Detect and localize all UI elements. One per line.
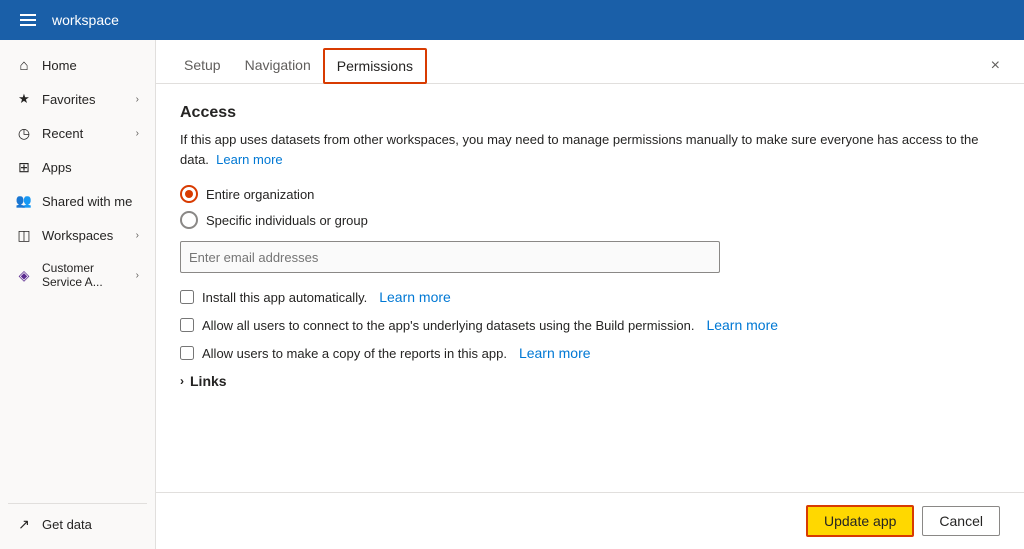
sidebar-item-label: Customer Service A... [42,261,126,289]
getdata-icon [16,516,32,532]
sidebar-item-label: Shared with me [42,194,132,209]
tab-navigation[interactable]: Navigation [233,49,323,83]
sidebar-item-workspaces[interactable]: Workspaces › [4,219,151,251]
chevron-icon: › [136,270,139,281]
checkbox-install-input[interactable] [180,290,194,304]
radio-selected-indicator [180,185,198,203]
apps-icon [16,159,32,175]
sidebar-item-label: Get data [42,517,92,532]
sidebar-item-label: Apps [42,160,72,175]
chevron-icon: › [136,128,139,139]
sidebar-item-shared[interactable]: Shared with me [4,185,151,217]
sidebar-item-label: Recent [42,126,83,141]
sidebar-item-getdata[interactable]: Get data [4,508,151,540]
shared-icon [16,193,32,209]
main-layout: Home Favorites › Recent › Apps Shared wi… [0,40,1024,549]
learn-more-link-3[interactable]: Learn more [706,317,778,333]
checkbox-copy: Allow users to make a copy of the report… [180,345,1000,361]
sidebar-item-home[interactable]: Home [4,49,151,81]
sidebar-item-customer[interactable]: Customer Service A... › [4,253,151,297]
access-title: Access [180,104,1000,122]
access-info: If this app uses datasets from other wor… [180,130,1000,169]
links-label: Links [190,373,227,389]
close-button[interactable]: × [983,53,1008,79]
chevron-icon: › [136,230,139,241]
links-header[interactable]: › Links [180,373,1000,389]
customer-icon [16,267,32,283]
sidebar-item-recent[interactable]: Recent › [4,117,151,149]
sidebar-divider [8,503,147,504]
recent-icon [16,125,32,141]
checkbox-build-input[interactable] [180,318,194,332]
learn-more-link-4[interactable]: Learn more [519,345,591,361]
radio-selected-inner [185,190,193,198]
sidebar-item-label: Favorites [42,92,95,107]
radio-entire-org[interactable]: Entire organization [180,185,1000,203]
sidebar-item-favorites[interactable]: Favorites › [4,83,151,115]
sidebar-item-label: Home [42,58,77,73]
favorites-icon [16,91,32,107]
checkbox-build: Allow all users to connect to the app's … [180,317,1000,333]
panel-content: Access If this app uses datasets from ot… [156,84,1024,492]
chevron-icon: › [136,94,139,105]
checkbox-group: Install this app automatically. Learn mo… [180,289,1000,361]
checkbox-install: Install this app automatically. Learn mo… [180,289,1000,305]
workspace-title: workspace [52,12,119,28]
checkbox-build-label: Allow all users to connect to the app's … [202,318,694,333]
tabs-bar: Setup Navigation Permissions × [156,40,1024,84]
hamburger-menu[interactable] [16,10,40,30]
checkbox-install-label: Install this app automatically. [202,290,367,305]
sidebar: Home Favorites › Recent › Apps Shared wi… [0,40,156,549]
links-section: › Links [180,373,1000,389]
radio-unselected-indicator [180,211,198,229]
tab-setup[interactable]: Setup [172,49,233,83]
sidebar-item-apps[interactable]: Apps [4,151,151,183]
learn-more-link-2[interactable]: Learn more [379,289,451,305]
email-input[interactable] [180,241,720,273]
links-chevron-icon: › [180,374,184,388]
update-app-button[interactable]: Update app [806,505,914,537]
top-header: workspace [0,0,1024,40]
radio-specific-label: Specific individuals or group [206,213,368,228]
cancel-button[interactable]: Cancel [922,506,1000,536]
home-icon [16,57,32,73]
checkbox-copy-label: Allow users to make a copy of the report… [202,346,507,361]
info-text-content: If this app uses datasets from other wor… [180,132,978,167]
tab-permissions[interactable]: Permissions [323,48,427,84]
radio-specific[interactable]: Specific individuals or group [180,211,1000,229]
sidebar-item-label: Workspaces [42,228,113,243]
sidebar-bottom: Get data [0,499,155,541]
access-radio-group: Entire organization Specific individuals… [180,185,1000,229]
workspaces-icon [16,227,32,243]
checkbox-copy-input[interactable] [180,346,194,360]
content-area: Setup Navigation Permissions × Access If… [156,40,1024,549]
radio-entire-org-label: Entire organization [206,187,314,202]
footer: Update app Cancel [156,492,1024,549]
learn-more-link-1[interactable]: Learn more [216,152,282,167]
